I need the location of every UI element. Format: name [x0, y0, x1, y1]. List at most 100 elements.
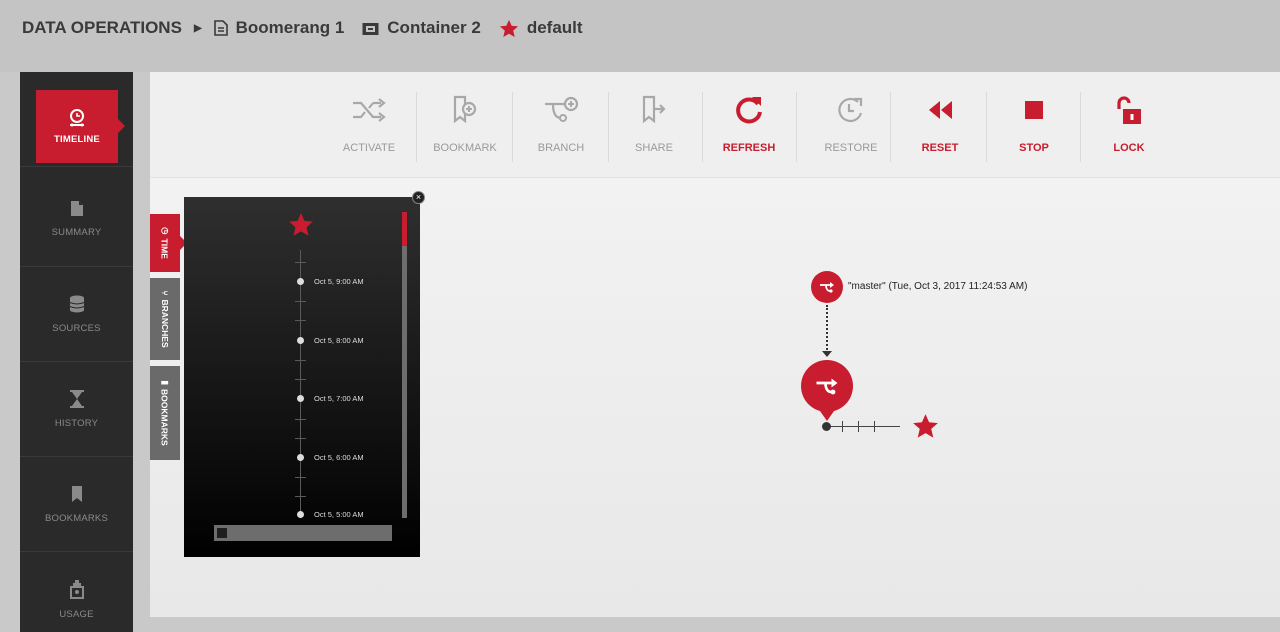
timeline-tick — [295, 379, 306, 380]
breadcrumb-item-boomerang[interactable]: Boomerang 1 — [213, 18, 345, 38]
share-button[interactable]: SHARE — [609, 72, 699, 178]
branch-connector — [826, 305, 828, 353]
reset-label: RESET — [921, 142, 959, 154]
nav-label: HISTORY — [54, 417, 99, 429]
branch-label: "master" (Tue, Oct 3, 2017 11:24:53 AM) — [848, 281, 1028, 292]
timeline-tick — [295, 320, 306, 321]
timeline-entry-label: Oct 5, 8:00 AM — [314, 336, 364, 345]
share-label: SHARE — [635, 142, 673, 154]
timeline-tick — [295, 301, 306, 302]
toolbar: ACTIVATE BOOKMARK BRANCH SHARE REFRESH R… — [150, 72, 1280, 178]
timeline-panel[interactable] — [184, 197, 420, 557]
branch-tick — [858, 421, 859, 432]
breadcrumb-root[interactable]: DATA OPERATIONS — [22, 18, 182, 38]
branch-tick — [874, 421, 875, 432]
tab-bookmarks[interactable]: ▮ BOOKMARKS — [150, 366, 180, 460]
left-nav: TIMELINE SUMMARY SOURCES HISTORY BOOKMAR… — [20, 72, 133, 632]
timeline-tick — [295, 496, 306, 497]
activate-button[interactable]: ACTIVATE — [324, 72, 414, 178]
bookmark-label: BOOKMARK — [433, 142, 497, 154]
branch-button[interactable]: BRANCH — [516, 72, 606, 178]
container-icon — [362, 22, 379, 35]
close-icon[interactable]: × — [412, 191, 425, 204]
share-bookmark-icon — [642, 95, 666, 124]
horizontal-scroll-thumb[interactable] — [217, 528, 227, 538]
star-icon — [499, 19, 518, 37]
bookmark-add-icon — [453, 95, 477, 124]
bookmark-icon — [71, 485, 82, 502]
breadcrumb-item-default[interactable]: default — [499, 18, 583, 38]
branch-node-current[interactable] — [801, 360, 853, 421]
toolbar-divider — [702, 92, 703, 162]
shuffle-icon — [353, 98, 386, 122]
timeline-tick — [295, 419, 306, 420]
database-icon — [69, 295, 84, 312]
timeline-point[interactable] — [297, 395, 304, 402]
rewind-icon — [929, 101, 952, 119]
toolbar-divider — [1080, 92, 1081, 162]
branch-node-master[interactable] — [811, 271, 843, 303]
restore-icon — [838, 97, 863, 123]
refresh-button[interactable]: REFRESH — [704, 72, 794, 178]
lock-button[interactable]: LOCK — [1084, 72, 1174, 178]
nav-label: SOURCES — [52, 322, 101, 334]
clock-icon: ◷ — [160, 227, 171, 235]
nav-item-summary[interactable]: SUMMARY — [20, 172, 133, 267]
restore-button[interactable]: RESTORE — [806, 72, 896, 178]
tab-time[interactable]: ◷ TIME — [150, 214, 187, 272]
toolbar-divider — [512, 92, 513, 162]
timeline-scrollbar[interactable] — [402, 212, 407, 518]
nav-item-sources[interactable]: SOURCES — [20, 267, 133, 362]
bookmark-icon: ▮ — [160, 380, 171, 386]
nav-item-timeline[interactable]: TIMELINE — [20, 72, 133, 167]
timeline-entry-label: Oct 5, 5:00 AM — [314, 510, 364, 519]
document-icon — [213, 20, 228, 36]
star-icon[interactable] — [912, 413, 939, 439]
toolbar-divider — [796, 92, 797, 162]
timeline-point[interactable] — [297, 337, 304, 344]
branch-icon: ⑂ — [160, 290, 170, 296]
nav-item-usage[interactable]: USAGE — [20, 552, 133, 632]
timeline-entry-label: Oct 5, 6:00 AM — [314, 453, 364, 462]
timeline-point[interactable] — [297, 511, 304, 518]
timeline-scroll-thumb[interactable] — [402, 212, 407, 246]
unlock-icon — [1117, 96, 1141, 124]
timeline-tick — [295, 360, 306, 361]
breadcrumb-item-container[interactable]: Container 2 — [362, 18, 481, 38]
timeline-horizontal-scrollbar[interactable] — [214, 525, 392, 541]
nav-active-indicator: TIMELINE — [36, 90, 125, 163]
reset-button[interactable]: RESET — [895, 72, 985, 178]
document-icon — [70, 201, 83, 216]
arrow-down-icon — [822, 351, 832, 357]
nav-item-history[interactable]: HISTORY — [20, 362, 133, 457]
refresh-icon — [736, 97, 762, 124]
branch-icon — [820, 282, 834, 293]
branch-icon — [816, 378, 838, 395]
timeline-entry-label: Oct 5, 9:00 AM — [314, 277, 364, 286]
nav-label: BOOKMARKS — [44, 512, 109, 524]
timeline-entry-label: Oct 5, 7:00 AM — [314, 394, 364, 403]
toolbar-divider — [416, 92, 417, 162]
timeline-tick — [295, 262, 306, 263]
breadcrumb: DATA OPERATIONS ▶ Boomerang 1 Container … — [22, 18, 601, 38]
chevron-right-icon: ▶ — [193, 22, 202, 34]
nav-item-bookmarks[interactable]: BOOKMARKS — [20, 457, 133, 552]
timeline-point[interactable] — [297, 454, 304, 461]
timeline-tick — [295, 438, 306, 439]
bookmark-button[interactable]: BOOKMARK — [420, 72, 510, 178]
restore-label: RESTORE — [824, 142, 878, 154]
timeline-tick — [295, 477, 306, 478]
branch-timeline — [826, 426, 900, 427]
branch-label: BRANCH — [537, 142, 585, 154]
toolbar-divider — [986, 92, 987, 162]
refresh-label: REFRESH — [722, 142, 776, 154]
stop-button[interactable]: STOP — [989, 72, 1079, 178]
breadcrumb-label: default — [526, 18, 583, 37]
tab-label: BOOKMARKS — [160, 389, 170, 446]
nav-label: USAGE — [59, 609, 94, 620]
breadcrumb-label: Boomerang 1 — [235, 18, 345, 37]
timeline-point[interactable] — [297, 278, 304, 285]
branch-start-point[interactable] — [822, 422, 831, 431]
tab-branches[interactable]: ⑂ BRANCHES — [150, 278, 180, 360]
nav-label: SUMMARY — [51, 227, 102, 238]
